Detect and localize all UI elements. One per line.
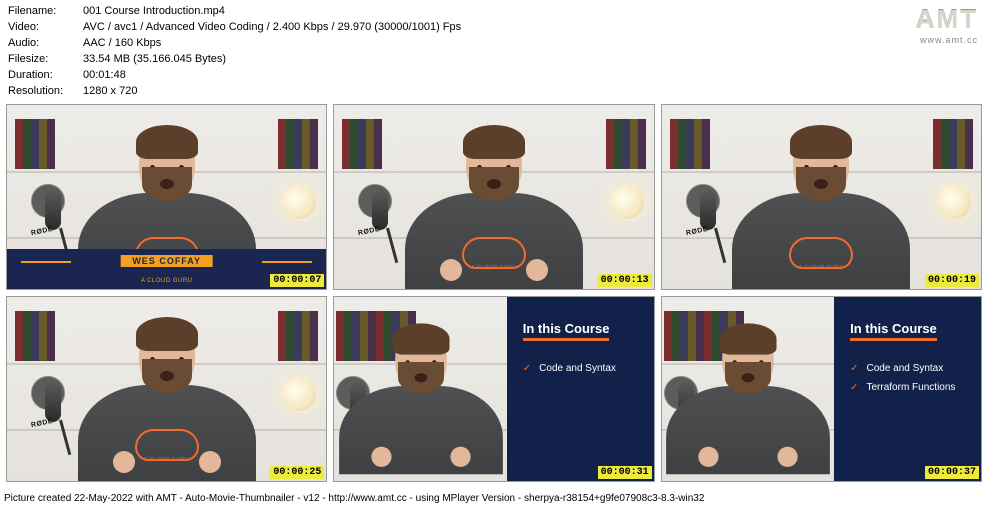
- filename-label: Filename:: [8, 4, 83, 20]
- timestamp: 00:00:31: [598, 466, 652, 479]
- books-icon: [278, 119, 318, 169]
- timestamp: 00:00:13: [598, 274, 652, 287]
- lamp-icon: [282, 185, 316, 219]
- thumbnail: In this Course ✓Code and Syntax ✓Terrafo…: [661, 296, 982, 482]
- course-item: ✓Terraform Functions: [850, 382, 965, 393]
- presenter: A CLOUD GURU: [77, 313, 257, 481]
- filesize-value: 33.54 MB (35.166.045 Bytes): [83, 52, 980, 68]
- presenter: [338, 319, 504, 474]
- resolution-value: 1280 x 720: [83, 84, 980, 100]
- duration-value: 00:01:48: [83, 68, 980, 84]
- thumbnail-grid: RØDE A CLOUD GURU WES COFFAY A CLOUD GUR…: [0, 104, 988, 482]
- presenter: [665, 319, 831, 474]
- thumbnail: RØDE A CLOUD GURU 00:00:19: [661, 104, 982, 290]
- filesize-label: Filesize:: [8, 52, 83, 68]
- check-icon: ✓: [850, 382, 858, 393]
- thumbnail: In this Course ✓Code and Syntax 00:00:31: [333, 296, 654, 482]
- presenter-name: WES COFFAY: [120, 255, 213, 267]
- books-icon: [15, 119, 55, 169]
- resolution-label: Resolution:: [8, 84, 83, 100]
- thumbnail: RØDE A CLOUD GURU 00:00:25: [6, 296, 327, 482]
- course-panel: In this Course ✓Code and Syntax ✓Terrafo…: [834, 297, 981, 481]
- logo-big: AMT: [916, 4, 978, 35]
- course-title: In this Course: [850, 321, 937, 341]
- media-info: Filename:001 Course Introduction.mp4 Vid…: [0, 0, 988, 104]
- presenter: A CLOUD GURU: [731, 121, 911, 289]
- footer-text: Picture created 22-May-2022 with AMT - A…: [0, 491, 988, 506]
- check-icon: ✓: [523, 363, 531, 374]
- amt-logo: AMT www.amt.cc: [916, 4, 978, 45]
- course-item: ✓Code and Syntax: [523, 363, 638, 374]
- duration-label: Duration:: [8, 68, 83, 84]
- presenter: A CLOUD GURU: [404, 121, 584, 289]
- course-title: In this Course: [523, 321, 610, 341]
- audio-label: Audio:: [8, 36, 83, 52]
- audio-value: AAC / 160 Kbps: [83, 36, 980, 52]
- thumbnail: RØDE A CLOUD GURU WES COFFAY A CLOUD GUR…: [6, 104, 327, 290]
- course-item: ✓Code and Syntax: [850, 363, 965, 374]
- timestamp: 00:00:19: [925, 274, 979, 287]
- timestamp: 00:00:37: [925, 466, 979, 479]
- video-label: Video:: [8, 20, 83, 36]
- timestamp: 00:00:25: [270, 466, 324, 479]
- thumbnail: RØDE A CLOUD GURU 00:00:13: [333, 104, 654, 290]
- video-value: AVC / avc1 / Advanced Video Coding / 2.4…: [83, 20, 980, 36]
- check-icon: ✓: [850, 363, 858, 374]
- timestamp: 00:00:07: [270, 274, 324, 287]
- presenter-subtitle: A CLOUD GURU: [141, 278, 193, 284]
- logo-small: www.amt.cc: [916, 35, 978, 45]
- course-panel: In this Course ✓Code and Syntax: [507, 297, 654, 481]
- filename-value: 001 Course Introduction.mp4: [83, 4, 980, 20]
